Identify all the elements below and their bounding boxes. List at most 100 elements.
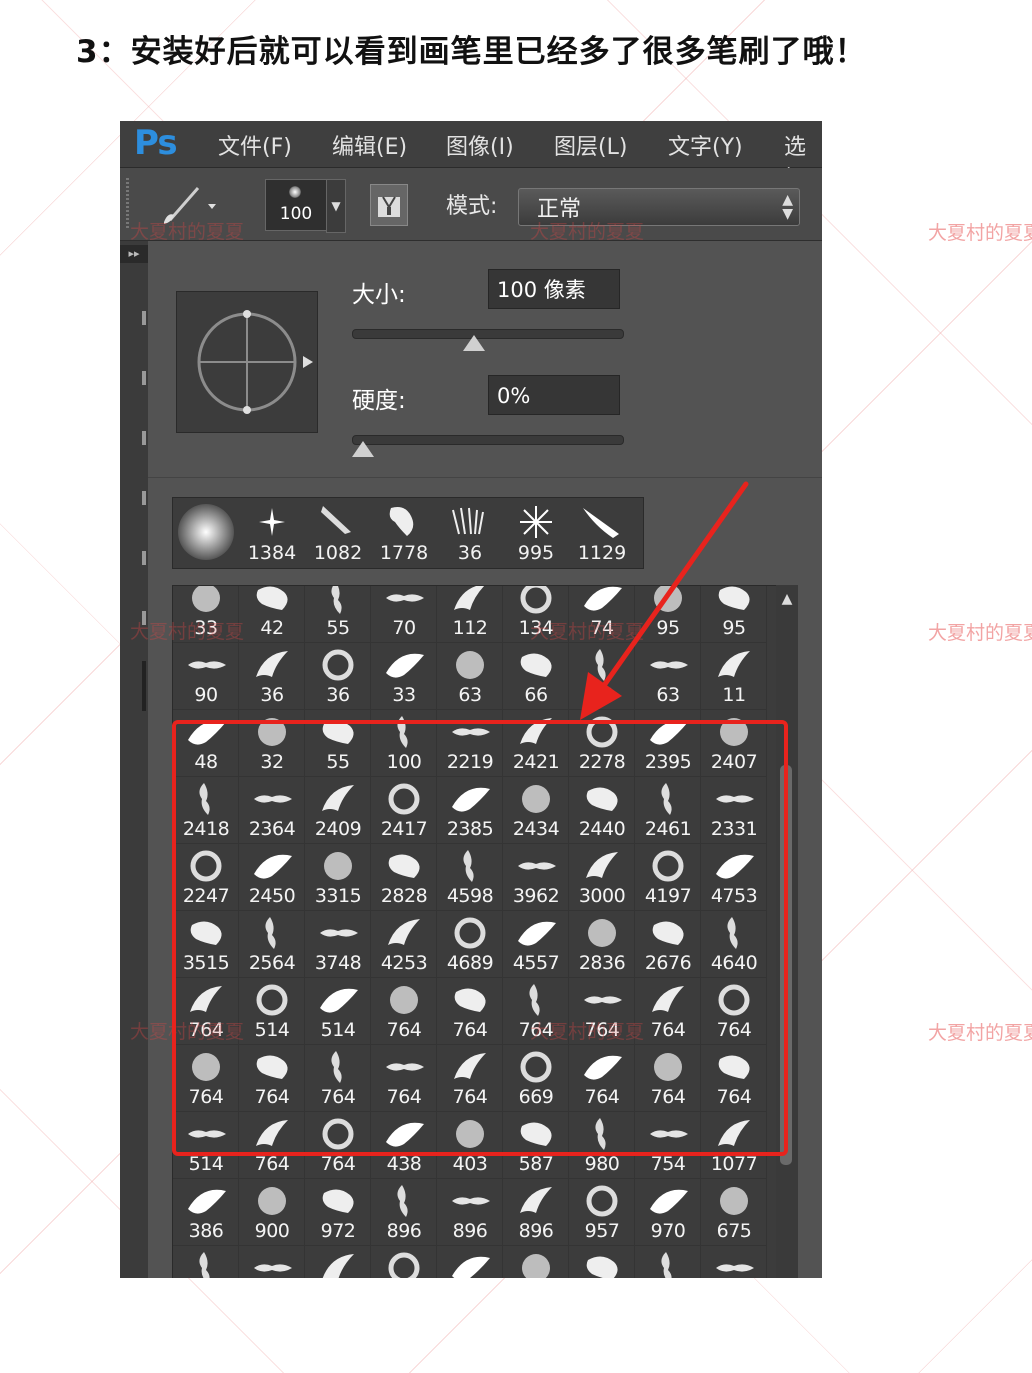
brush-preset-cell[interactable]: 70 [371,586,437,643]
brush-size-label: 957 [584,1220,620,1242]
watermark: 大夏村的夏夏 [130,221,245,243]
brush-preset-cell[interactable]: 42 [239,586,305,643]
red-arrow-icon [580,481,749,720]
recent-brush-preset[interactable]: 995 [503,498,569,568]
chevron-down-icon[interactable]: ▼ [326,179,346,233]
dock-handle [142,551,146,565]
brush-preset-cell[interactable]: 63 [437,643,503,710]
brush-preset-cell[interactable]: 703 [701,1246,767,1278]
recent-brush-preset[interactable]: 1384 [239,498,305,568]
left-dock: ▸▸ [120,241,149,1278]
brush-preset-cell[interactable]: 970 [635,1179,701,1246]
brush-size-label: 1384 [247,542,297,564]
brush-size-label: 70 [392,617,416,639]
brush-tip-icon [254,1264,292,1272]
recent-brush-preset[interactable]: 1778 [371,498,437,568]
brush-tip-icon [452,1256,490,1278]
brush-size-label: 514 [188,1153,224,1175]
brush-size-label: 112 [452,617,488,639]
recent-brush-preset[interactable]: 36 [437,498,503,568]
brush-preset-cell[interactable]: 828 [635,1246,701,1278]
brush-tip-preview[interactable] [176,291,318,433]
select-arrows-icon: ▲ ▼ [782,192,793,222]
brush-preset-cell[interactable]: 675 [239,1246,305,1278]
hardness-slider-thumb[interactable] [352,441,374,457]
menu-layer[interactable]: 图层(L) [554,129,627,161]
menu-file[interactable]: 文件(F) [218,129,292,161]
brush-tip-icon [522,1254,550,1278]
menu-image[interactable]: 图像(I) [446,129,514,161]
brush-size-label: 587 [518,1153,554,1175]
brush-size-label: 36 [457,542,483,564]
ps-logo: Ps [134,123,178,163]
brush-size-label: 1082 [313,542,363,564]
brush-preset-picker[interactable]: 100 [265,179,327,231]
brush-size-label: 63 [458,684,482,706]
brush-size-label: 980 [584,1153,620,1175]
brush-size-label: 972 [320,1220,356,1242]
expand-panel-icon[interactable]: ▸▸ [120,245,148,263]
brush-size-label: 896 [452,1220,488,1242]
brush-preset-cell[interactable]: 675 [305,1246,371,1278]
brush-tip-icon [520,506,552,538]
brush-preset-cell[interactable]: 975 [371,1246,437,1278]
brush-tip-icon [520,1187,552,1213]
brush-preset-cell[interactable]: 896 [371,1179,437,1246]
brush-size-label: 675 [716,1220,752,1242]
menu-type[interactable]: 文字(Y) [668,129,743,161]
dock-handle [142,311,146,325]
scroll-up-icon[interactable]: ▲ [776,591,798,607]
brush-size-value: 100 [279,204,313,224]
brush-tip-icon [188,1189,226,1214]
brush-preset-cell[interactable]: 675 [701,1179,767,1246]
size-slider[interactable] [352,329,624,339]
brush-size-label: 36 [326,684,350,706]
brush-preset-cell[interactable]: 787 [569,1246,635,1278]
brush-angle-icon [197,310,313,414]
mode-label: 模式: [446,194,498,219]
brush-tip-icon [661,1252,672,1278]
size-field[interactable]: 100 像素 [488,269,620,309]
brush-tip-icon [520,586,552,614]
brush-size-label: 42 [260,617,284,639]
hardness-field[interactable]: 0% [488,375,620,415]
brush-preset-cell[interactable]: 90 [173,643,239,710]
brush-preset-cell[interactable]: 896 [437,1179,503,1246]
size-slider-thumb[interactable] [462,335,485,351]
brush-preset-cell[interactable]: 896 [503,1179,569,1246]
brush-tip-icon [397,1185,408,1217]
hardness-slider[interactable] [352,435,624,445]
brush-preset-cell[interactable]: 900 [239,1179,305,1246]
brush-preset-cell[interactable]: 33 [371,643,437,710]
soft-round-brush-preset[interactable] [173,498,239,568]
brush-preset-cell[interactable]: 36 [239,643,305,710]
brush-tip-icon [388,1252,420,1278]
brush-preset-cell[interactable]: 957 [569,1179,635,1246]
brush-panel-toggle-button[interactable] [370,184,408,226]
brush-tip-icon [192,586,220,612]
watermark: 大夏村的夏夏 [928,222,1032,244]
brush-preset-cell[interactable]: 112 [437,586,503,643]
brush-tip-icon [259,508,285,536]
highlight-box [172,720,788,1156]
brush-size-label: 386 [188,1220,224,1242]
dock-tab[interactable] [142,661,146,711]
brush-preset-cell[interactable]: 958 [503,1246,569,1278]
brush-preset-cell[interactable]: 675 [173,1246,239,1278]
brush-size-label: 754 [650,1153,686,1175]
recent-brush-preset[interactable]: 1082 [305,498,371,568]
brush-preset-cell[interactable]: 55 [305,586,371,643]
brush-size-label: 764 [320,1153,356,1175]
toolbar-grip[interactable] [126,178,129,230]
brush-tip-icon [331,586,342,614]
brush-size-label: 995 [517,542,555,564]
menu-edit[interactable]: 编辑(E) [332,129,407,161]
brush-preset-cell[interactable]: 386 [173,1179,239,1246]
brush-tip-icon [386,653,424,678]
brush-preset-cell[interactable]: 972 [305,1179,371,1246]
brush-tip-icon [716,1264,754,1272]
brush-preset-cell[interactable]: 955 [437,1246,503,1278]
brush-tip-icon [256,651,288,677]
brush-preset-cell[interactable]: 36 [305,643,371,710]
brush-preset-cell[interactable]: 66 [503,643,569,710]
